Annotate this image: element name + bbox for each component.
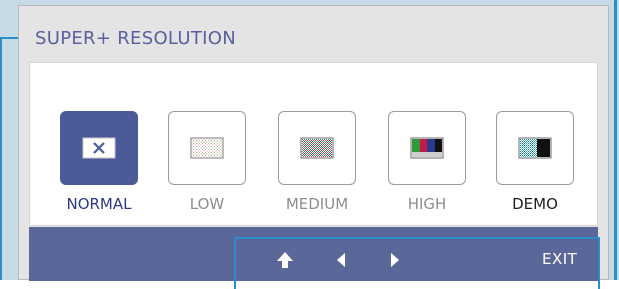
mode-medium-button[interactable]: [278, 111, 356, 185]
key-guide-panel: EXIT: [234, 237, 600, 289]
right-arrow-icon: [391, 253, 399, 267]
mode-medium-label: MEDIUM: [285, 195, 349, 213]
mode-high-button[interactable]: [388, 111, 466, 185]
mode-low-label: LOW: [189, 195, 225, 213]
background-accent-line-right: [614, 0, 617, 280]
left-arrow-icon: [337, 253, 345, 267]
right-arrow-button[interactable]: [382, 247, 408, 273]
up-arrow-icon: [277, 252, 293, 268]
mode-panel: NORMAL LOW MEDIUM HIGH DEMO: [29, 62, 598, 226]
mode-demo-button[interactable]: [496, 111, 574, 185]
normal-mode-icon: [82, 137, 116, 159]
low-mode-icon: [190, 137, 224, 159]
left-arrow-button[interactable]: [328, 247, 354, 273]
mode-high-label: HIGH: [407, 195, 447, 213]
osd-title: SUPER+ RESOLUTION: [35, 28, 236, 49]
demo-mode-icon: [518, 137, 552, 159]
mode-normal-button[interactable]: [60, 111, 138, 185]
up-arrow-button[interactable]: [272, 247, 298, 273]
exit-button[interactable]: EXIT: [542, 250, 577, 268]
osd-footer: EXIT: [29, 227, 600, 289]
mode-demo-label: DEMO: [512, 195, 558, 213]
mode-low-button[interactable]: [168, 111, 246, 185]
medium-mode-icon: [300, 137, 334, 159]
osd-window: SUPER+ RESOLUTION NORMAL LOW MEDIUM HIGH…: [18, 5, 609, 289]
high-mode-icon: [410, 137, 444, 159]
mode-normal-label: NORMAL: [66, 195, 132, 213]
background-accent-line-left: [0, 38, 2, 280]
